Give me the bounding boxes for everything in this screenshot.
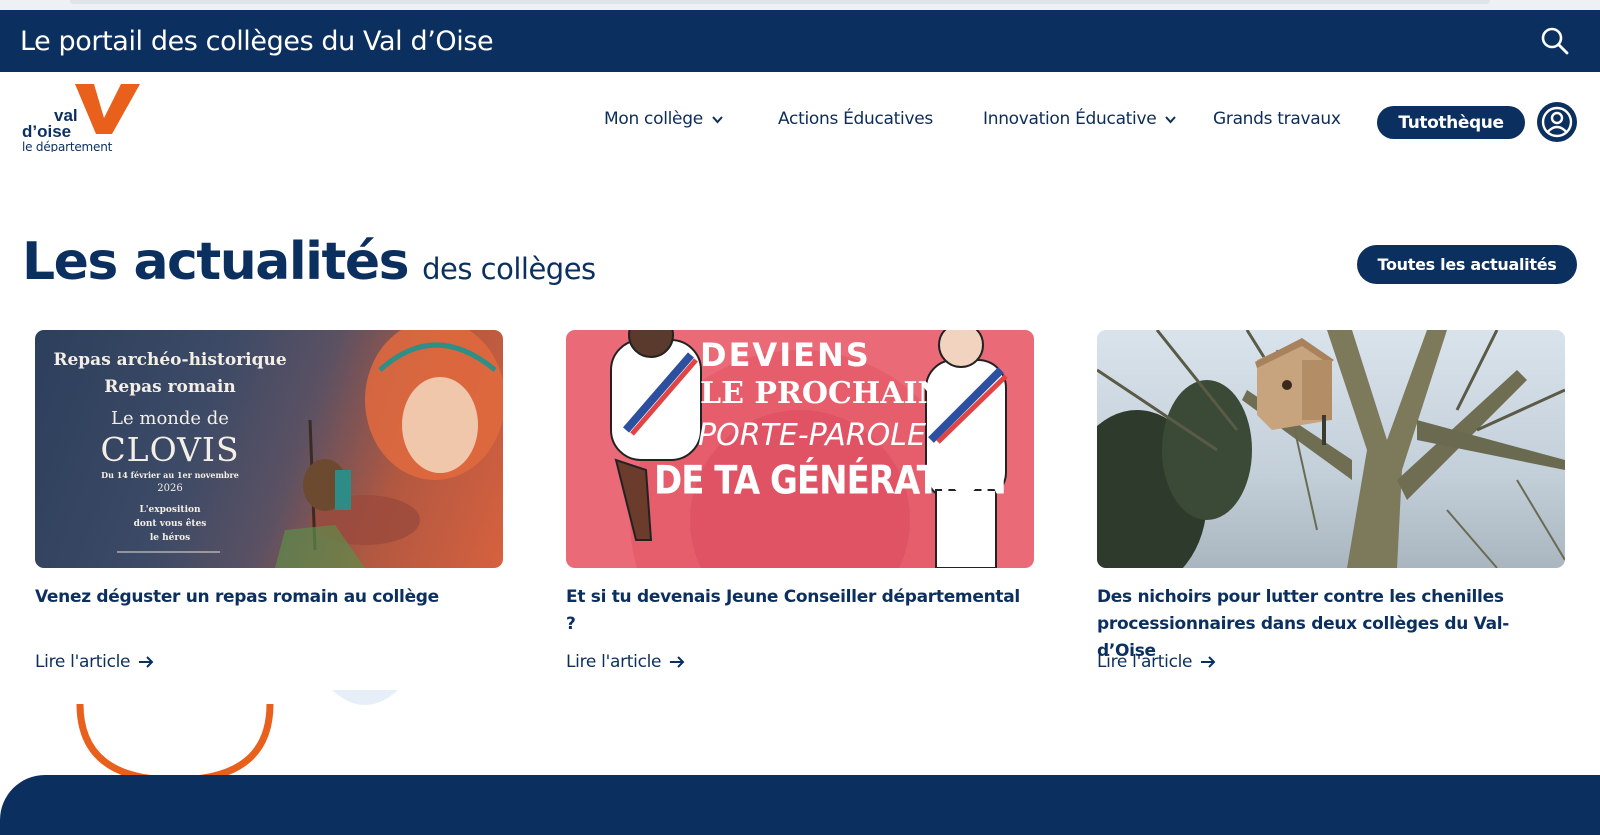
news-card-repas-romain[interactable]: Repas archéo-historique Repas romain Le … [35,330,503,672]
card1-image-line7: L'exposition [139,505,201,515]
card2-image-line2: LE PROCHAIN [700,376,945,411]
read-article-link[interactable]: Lire l'article [35,652,154,672]
news-card-image[interactable]: DEVIENS LE PROCHAIN PORTE-PAROLE DE TA G… [566,330,1034,568]
search-icon[interactable] [1540,26,1570,56]
svg-text:d’oise: d’oise [22,122,71,141]
news-card-title[interactable]: Des nichoirs pour lutter contre les chen… [1097,584,1565,661]
card1-image-line4: CLOVIS [100,430,240,469]
card2-image-line4: DE TA GÉNÉRATION [654,458,1007,504]
decorative-blue-arc [332,690,398,705]
card1-image-line8: dont vous êtes [133,519,207,529]
news-card-image[interactable] [1097,330,1565,568]
nav-actions-educatives-label: Actions Éducatives [778,109,933,129]
browser-top-strip [0,0,1600,10]
card2-image-line3: PORTE-PAROLE [698,418,926,453]
portal-title: Le portail des collèges du Val d’Oise [20,26,494,57]
card1-image-line5: Du 14 février au 1er novembre [101,470,239,480]
read-article-label: Lire l'article [1097,652,1193,672]
main-header: val d’oise le département Mon collège Ac… [0,72,1600,167]
arrow-right-icon [139,656,154,668]
all-news-button[interactable]: Toutes les actualités [1357,245,1577,284]
arrow-right-icon [670,656,685,668]
val-doise-logo[interactable]: val d’oise le département [20,82,145,154]
read-article-label: Lire l'article [35,652,131,672]
nav-actions-educatives[interactable]: Actions Éducatives [778,109,933,129]
card1-image-line3: Le monde de [111,408,229,429]
card1-image-line1: Repas archéo-historique [53,350,287,370]
footer-band [0,775,1600,835]
nav-innovation-educative[interactable]: Innovation Éducative [983,109,1177,129]
nav-mon-college[interactable]: Mon collège [604,109,724,129]
news-card-nichoirs[interactable]: Des nichoirs pour lutter contre les chen… [1097,330,1565,672]
news-card-title[interactable]: Venez déguster un repas romain au collèg… [35,584,503,644]
nav-innovation-educative-label: Innovation Éducative [983,109,1157,129]
decorative-orange-arc [76,703,274,780]
tutotheque-button[interactable]: Tutothèque [1377,106,1525,139]
read-article-link[interactable]: Lire l'article [566,652,685,672]
svg-text:le département: le département [22,140,113,152]
read-article-link[interactable]: Lire l'article [1097,652,1216,672]
nav-grands-travaux-label: Grands travaux [1213,109,1341,129]
arrow-right-icon [1201,656,1216,668]
nav-grands-travaux[interactable]: Grands travaux [1213,109,1341,129]
user-circle-icon[interactable] [1537,102,1577,142]
portal-topbar: Le portail des collèges du Val d’Oise [0,10,1600,72]
top-strip-bar [70,0,1490,4]
news-title-sub: des collèges [422,252,596,286]
card2-image-line1: DEVIENS [700,336,871,374]
chevron-down-icon [712,115,723,123]
card1-image-line9: le héros [149,533,191,543]
read-article-label: Lire l'article [566,652,662,672]
news-title-main: Les actualités [22,232,410,292]
news-card-jeune-conseiller[interactable]: DEVIENS LE PROCHAIN PORTE-PAROLE DE TA G… [566,330,1034,672]
news-section-title: Les actualités des collèges [22,232,596,292]
news-card-title[interactable]: Et si tu devenais Jeune Conseiller dépar… [566,584,1034,644]
nav-mon-college-label: Mon collège [604,109,703,129]
card1-image-line2: Repas romain [104,377,236,397]
chevron-down-icon [1165,115,1177,123]
card1-image-line6: 2026 [157,483,183,494]
news-card-image[interactable]: Repas archéo-historique Repas romain Le … [35,330,503,568]
